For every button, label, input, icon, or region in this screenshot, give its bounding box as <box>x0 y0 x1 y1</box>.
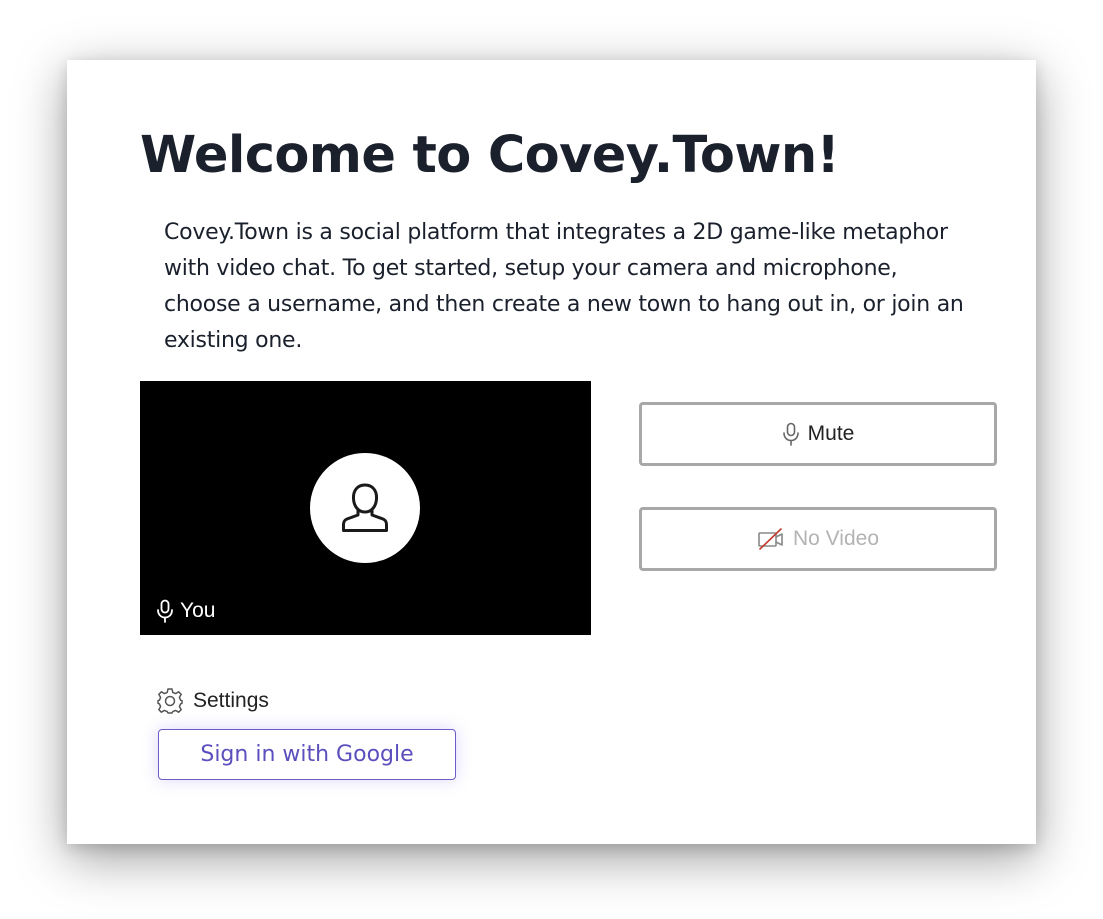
participant-name: You <box>180 599 216 622</box>
mute-button[interactable]: Mute <box>639 402 997 466</box>
person-icon <box>342 483 388 532</box>
video-label: No Video <box>792 527 879 550</box>
settings-button[interactable]: Settings <box>156 687 269 715</box>
avatar <box>310 453 420 563</box>
microphone-icon <box>782 422 799 446</box>
page-title: Welcome to Covey.Town! <box>140 126 840 185</box>
video-toggle-button[interactable]: No Video <box>639 507 997 571</box>
gear-icon <box>157 688 183 714</box>
video-preview: You <box>140 381 591 635</box>
mute-label: Mute <box>807 422 855 445</box>
google-sign-in-button[interactable]: Sign in with Google <box>158 729 456 780</box>
welcome-card: Welcome to Covey.Town! Covey.Town is a s… <box>67 60 1036 844</box>
microphone-icon <box>157 599 173 623</box>
participant-label: You <box>156 599 215 623</box>
settings-label: Settings <box>193 689 269 712</box>
video-off-icon <box>758 528 783 550</box>
intro-text: Covey.Town is a social platform that int… <box>164 220 964 353</box>
